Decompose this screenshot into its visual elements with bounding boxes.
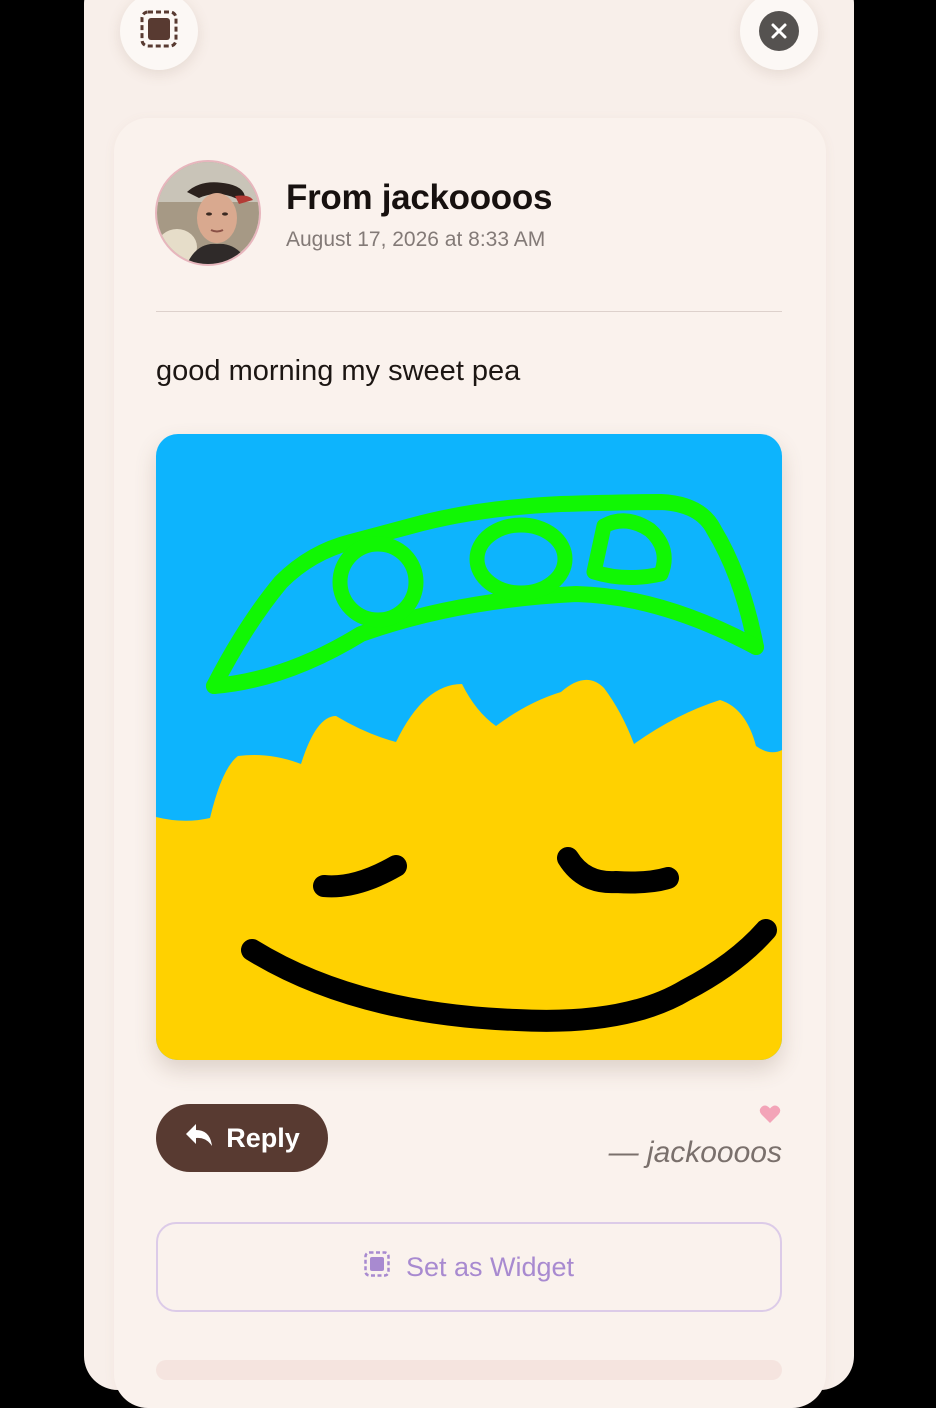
widget-frame-icon	[140, 10, 178, 53]
set-as-widget-button[interactable]: Set as Widget	[156, 1222, 782, 1312]
next-button-peek	[156, 1360, 782, 1380]
note-drawing[interactable]	[156, 434, 782, 1060]
sender-signature: — jackoooos	[608, 1136, 782, 1169]
header-divider	[156, 311, 782, 312]
note-timestamp: August 17, 2026 at 8:33 AM	[286, 228, 546, 251]
reply-arrow-icon	[184, 1122, 214, 1155]
close-icon	[759, 11, 799, 51]
set-as-widget-label: Set as Widget	[405, 1251, 575, 1282]
reply-label: Reply	[226, 1122, 300, 1153]
widget-frame-icon	[364, 1250, 390, 1284]
note-message: good morning my sweet pea	[156, 355, 521, 387]
heart-icon[interactable]	[759, 1104, 781, 1129]
sender-title: From jackoooos	[286, 178, 553, 217]
reply-button[interactable]: Reply	[156, 1104, 328, 1172]
sender-avatar[interactable]	[155, 160, 261, 266]
